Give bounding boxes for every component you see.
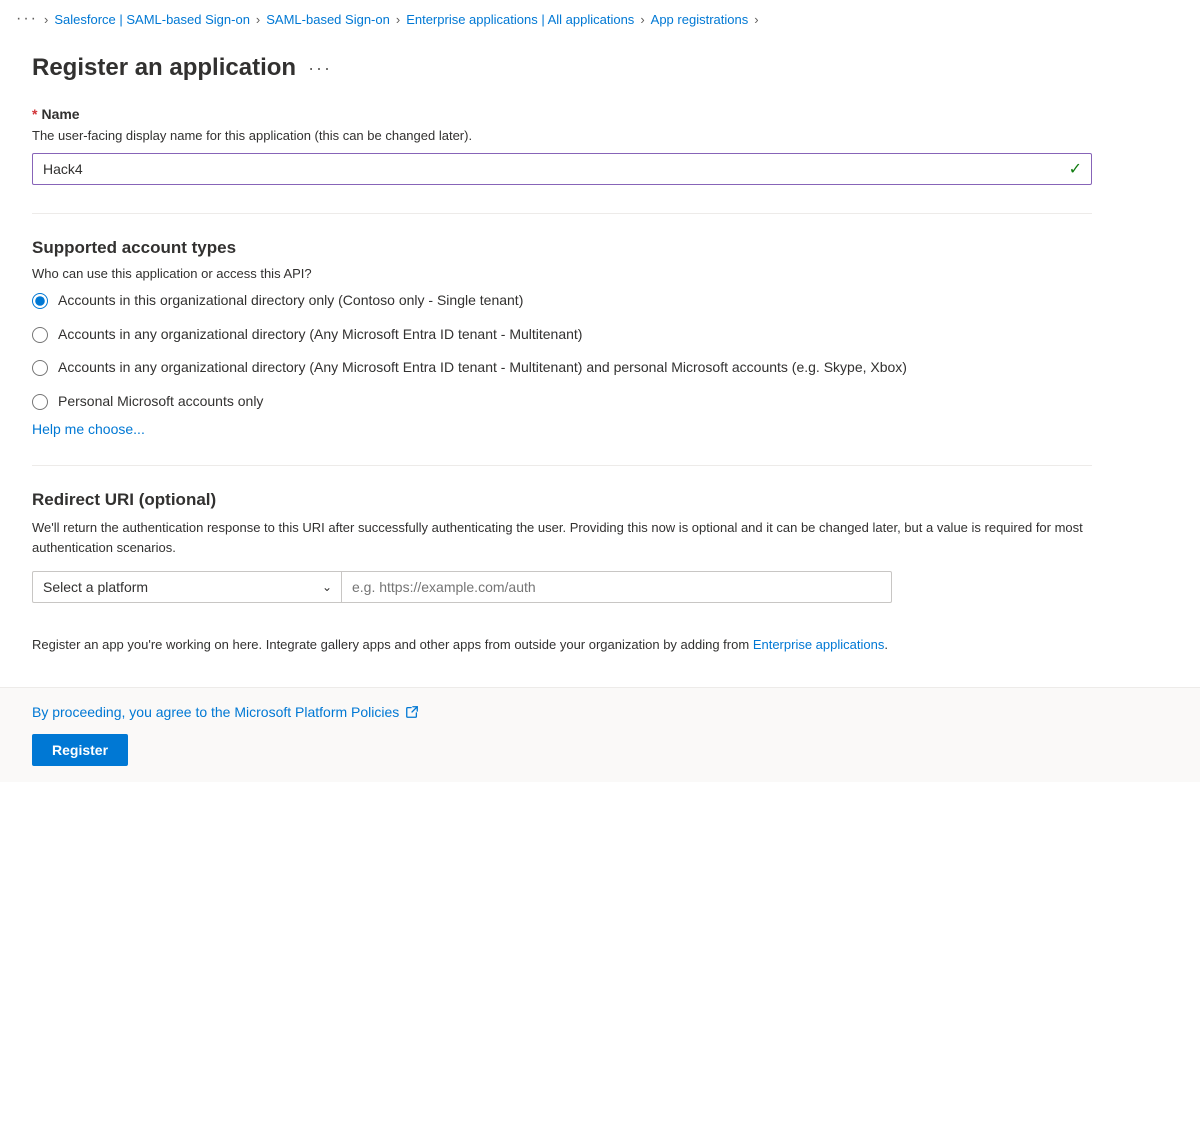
name-section: *Name The user-facing display name for t…: [32, 106, 1168, 185]
name-label: *Name: [32, 106, 1168, 122]
name-description: The user-facing display name for this ap…: [32, 128, 1168, 143]
radio-single-tenant[interactable]: [32, 293, 48, 309]
breadcrumb-sep-2: ›: [396, 12, 400, 27]
radio-item-multitenant[interactable]: Accounts in any organizational directory…: [32, 325, 1168, 345]
policy-link[interactable]: By proceeding, you agree to the Microsof…: [32, 704, 1168, 720]
name-input-wrapper: ✓: [32, 153, 1092, 185]
platform-select-wrapper: Select a platform ⌄: [32, 571, 342, 603]
breadcrumb-item-enterprise[interactable]: Enterprise applications | All applicatio…: [406, 12, 634, 27]
help-me-choose-link[interactable]: Help me choose...: [32, 421, 145, 437]
register-button[interactable]: Register: [32, 734, 128, 766]
page-title: Register an application: [32, 54, 296, 82]
redirect-uri-row: Select a platform ⌄: [32, 571, 892, 603]
platform-select[interactable]: Select a platform: [32, 571, 342, 603]
breadcrumb-sep-3: ›: [640, 12, 644, 27]
redirect-uri-section: Redirect URI (optional) We'll return the…: [32, 490, 1168, 603]
redirect-uri-input[interactable]: [342, 571, 892, 603]
breadcrumb-dots: ···: [16, 10, 38, 28]
radio-item-multitenant-personal[interactable]: Accounts in any organizational directory…: [32, 358, 1168, 378]
redirect-uri-heading: Redirect URI (optional): [32, 490, 1168, 510]
account-types-heading: Supported account types: [32, 238, 1168, 258]
account-types-section: Supported account types Who can use this…: [32, 238, 1168, 437]
breadcrumb-sep-0: ›: [44, 12, 48, 27]
divider-1: [32, 213, 1092, 214]
breadcrumb-sep-4: ›: [754, 12, 758, 27]
radio-item-personal-only[interactable]: Personal Microsoft accounts only: [32, 392, 1168, 412]
info-text-after: .: [884, 637, 888, 652]
radio-personal-only[interactable]: [32, 394, 48, 410]
radio-item-single-tenant[interactable]: Accounts in this organizational director…: [32, 291, 1168, 311]
breadcrumb-item-appregistrations[interactable]: App registrations: [651, 12, 749, 27]
redirect-uri-description: We'll return the authentication response…: [32, 518, 1092, 557]
external-link-icon: [405, 705, 419, 719]
breadcrumb-sep-1: ›: [256, 12, 260, 27]
breadcrumb-item-saml[interactable]: SAML-based Sign-on: [266, 12, 390, 27]
check-icon: ✓: [1069, 159, 1082, 179]
policy-link-text: By proceeding, you agree to the Microsof…: [32, 704, 399, 720]
radio-label-multitenant-personal: Accounts in any organizational directory…: [58, 358, 907, 378]
info-text: Register an app you're working on here. …: [32, 635, 1092, 655]
radio-label-multitenant: Accounts in any organizational directory…: [58, 325, 582, 345]
name-input[interactable]: [32, 153, 1092, 185]
radio-multitenant-personal[interactable]: [32, 360, 48, 376]
radio-label-single-tenant: Accounts in this organizational director…: [58, 291, 523, 311]
radio-label-personal-only: Personal Microsoft accounts only: [58, 392, 263, 412]
enterprise-applications-link[interactable]: Enterprise applications: [753, 637, 885, 652]
account-types-question: Who can use this application or access t…: [32, 266, 1168, 281]
radio-multitenant[interactable]: [32, 327, 48, 343]
required-star: *: [32, 106, 37, 122]
footer: By proceeding, you agree to the Microsof…: [0, 687, 1200, 782]
info-text-before: Register an app you're working on here. …: [32, 637, 749, 652]
page-title-more-options[interactable]: ···: [308, 58, 332, 79]
breadcrumb: ··· › Salesforce | SAML-based Sign-on › …: [0, 0, 1200, 38]
breadcrumb-item-salesforce[interactable]: Salesforce | SAML-based Sign-on: [54, 12, 250, 27]
divider-2: [32, 465, 1092, 466]
account-type-radio-group: Accounts in this organizational director…: [32, 291, 1168, 411]
